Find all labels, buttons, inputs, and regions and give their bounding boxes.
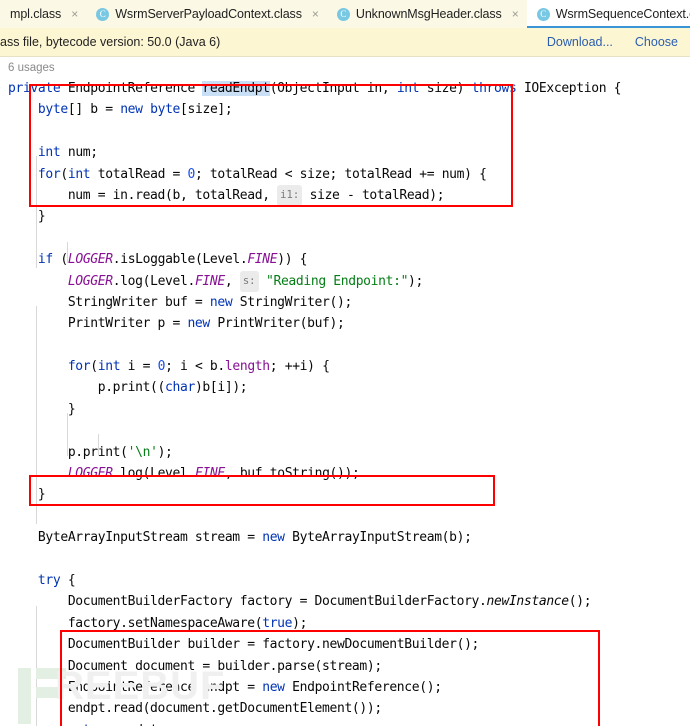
code-line: factory.setNamespaceAware(true); [8,615,308,631]
bytecode-version-text: ass file, bytecode version: 50.0 (Java 6… [0,35,221,49]
code-line: p.print((char)b[i]); [8,380,248,396]
inlay-hint-badge: s: [239,270,259,292]
code-line: LOGGER.log(Level.FINE, buf.toString()); [67,466,360,482]
code-line: try { [37,572,76,588]
editor-tab-bar: mpl.class × C WsrmServerPayloadContext.c… [0,0,690,28]
tab-wsrmsequencecontext-class[interactable]: C WsrmSequenceContext.class × [526,0,690,28]
code-line: } [8,209,46,225]
code-line: DocumentBuilderFactory factory = Documen… [8,594,592,610]
code-line: LOGGER.log(Level.FINE, s: "Reading Endpo… [8,270,690,292]
tab-unknownmsgheader-class[interactable]: C UnknownMsgHeader.class × [326,0,527,28]
tab-label: mpl.class [10,7,62,21]
infobar-actions: Download... Choose [547,35,682,49]
close-icon[interactable]: × [312,8,319,20]
code-line: PrintWriter p = new PrintWriter(buf); [8,316,345,332]
code-line: for(int i = 0; i < b.length; ++i) { [67,359,330,375]
code-line: ByteArrayInputStream stream = new ByteAr… [8,530,472,546]
close-icon[interactable]: × [512,8,519,20]
tab-label: WsrmServerPayloadContext.class [115,7,302,21]
code-line: DocumentBuilder builder = factory.newDoc… [8,637,480,653]
java-class-icon: C [336,7,350,21]
java-class-icon: C [536,7,550,21]
code-line: return endpt; [8,720,690,726]
code-line: private EndpointReference readEndpt(Obje… [8,81,622,96]
inlay-hint-badge: i1: [277,184,303,207]
usages-inlay-hint[interactable]: 6 usages [0,57,690,78]
code-line: for(int totalRead = 0; totalRead < size;… [37,166,487,182]
code-line: } [8,401,76,417]
choose-sources-link[interactable]: Choose [635,35,678,49]
code-line: } [8,487,46,503]
code-line: if (LOGGER.isLoggable(Level.FINE)) { [37,252,308,268]
code-line: EndpointReference endpt = new EndpointRe… [8,679,442,695]
tab-label: UnknownMsgHeader.class [355,7,502,21]
code-line: int num; [37,145,98,161]
source-code[interactable]: private EndpointReference readEndpt(Obje… [0,78,690,726]
tab-label: WsrmSequenceContext.class [555,7,690,21]
code-line: num = in.read(b, totalRead, i1: size - t… [8,184,690,207]
code-line: StringWriter buf = new StringWriter(); [8,294,352,310]
tab-mpl-class[interactable]: mpl.class × [0,0,87,28]
code-line: byte[] b = new byte[size]; [37,102,233,118]
java-class-icon: C [96,7,110,21]
code-line: endpt.read(document.getDocumentElement()… [8,701,382,717]
download-sources-link[interactable]: Download... [547,35,613,49]
code-editor[interactable]: 6 usages private EndpointReference readE… [0,57,690,726]
code-line: Document document = builder.parse(stream… [8,658,382,674]
close-icon[interactable]: × [71,8,78,20]
tab-wsrmserverpayloadcontext-class[interactable]: C WsrmServerPayloadContext.class × [86,0,327,28]
bytecode-info-bar: ass file, bytecode version: 50.0 (Java 6… [0,28,690,57]
code-line: p.print('\n'); [8,444,173,460]
